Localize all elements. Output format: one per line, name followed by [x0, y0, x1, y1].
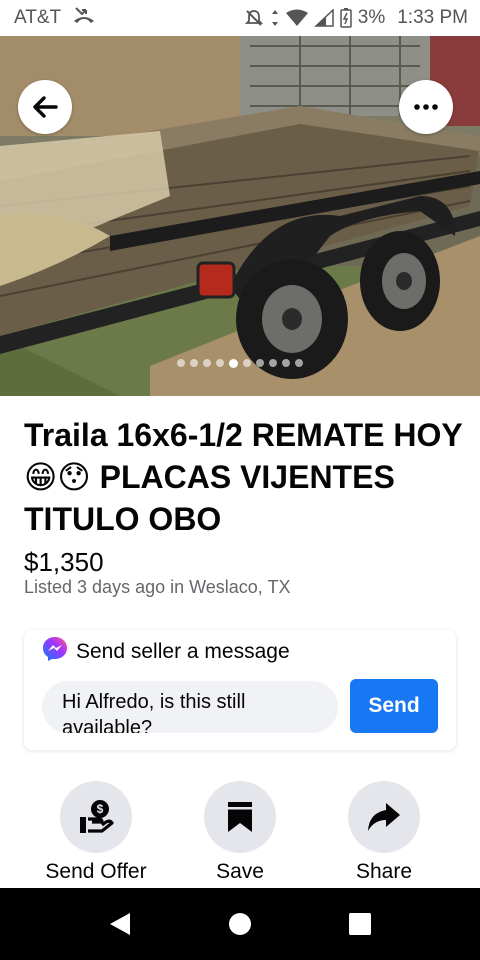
nav-back-triangle-icon	[110, 913, 130, 935]
send-offer-icon: $	[80, 800, 114, 833]
share-icon	[368, 803, 400, 831]
mute-icon	[244, 8, 264, 28]
message-input[interactable]: Hi Alfredo, is this still available?	[42, 681, 338, 733]
nav-recents-square-icon	[349, 913, 371, 935]
pagination-dot	[282, 359, 290, 367]
pagination-dot	[216, 359, 224, 367]
send-button[interactable]: Send	[350, 679, 438, 733]
signal-icon	[313, 9, 334, 27]
send-offer-icon-circle: $	[60, 781, 132, 853]
wifi-icon	[285, 9, 308, 27]
send-offer-button[interactable]: $ Send Offer	[24, 781, 168, 884]
missed-call-icon	[73, 6, 95, 30]
listing-meta: Listed 3 days ago in Weslaco, TX	[24, 577, 291, 597]
pagination-dot	[177, 359, 185, 367]
pagination-dot	[190, 359, 198, 367]
svg-text:$: $	[97, 802, 104, 816]
pagination-dot	[269, 359, 277, 367]
pagination-dot	[295, 359, 303, 367]
carrier-label: AT&T	[14, 7, 62, 28]
photo-pagination-dots	[0, 358, 480, 368]
listing-title: Traila 16x6-1/2 REMATE HOY 😁😯 PLACAS VIJ…	[24, 417, 463, 537]
share-icon-circle	[348, 781, 420, 853]
more-options-button[interactable]	[399, 80, 453, 134]
data-arrows-icon	[270, 8, 280, 28]
pagination-dot	[256, 359, 264, 367]
save-button[interactable]: Save	[168, 781, 312, 884]
clock: 1:33 PM	[397, 7, 468, 28]
pagination-dot	[243, 359, 251, 367]
share-label: Share	[355, 860, 413, 883]
listing-photo[interactable]	[0, 36, 480, 396]
back-button[interactable]	[18, 80, 72, 134]
save-icon-circle	[204, 781, 276, 853]
system-navigation-bar	[0, 888, 480, 960]
status-bar: AT&T 3% 1:33 PM	[0, 0, 480, 36]
send-offer-label: Send Offer	[45, 860, 147, 883]
nav-recents-button[interactable]	[320, 888, 400, 960]
bookmark-icon	[228, 802, 252, 832]
message-header-label: Send seller a message	[76, 640, 290, 663]
nav-home-circle-icon	[229, 913, 251, 935]
more-dots-icon	[414, 104, 438, 110]
battery-percent: 3%	[357, 7, 386, 28]
battery-icon	[340, 8, 352, 28]
nav-back-button[interactable]	[80, 888, 160, 960]
nav-home-button[interactable]	[200, 888, 280, 960]
listing-price: $1,350	[24, 547, 104, 577]
save-label: Save	[216, 860, 264, 883]
pagination-dot	[203, 359, 211, 367]
messenger-icon	[42, 636, 68, 668]
share-button[interactable]: Share	[312, 781, 456, 884]
pagination-dot-active	[229, 358, 238, 368]
back-arrow-icon	[33, 96, 58, 118]
message-seller-card: Send seller a message Hi Alfredo, is thi…	[24, 630, 456, 750]
